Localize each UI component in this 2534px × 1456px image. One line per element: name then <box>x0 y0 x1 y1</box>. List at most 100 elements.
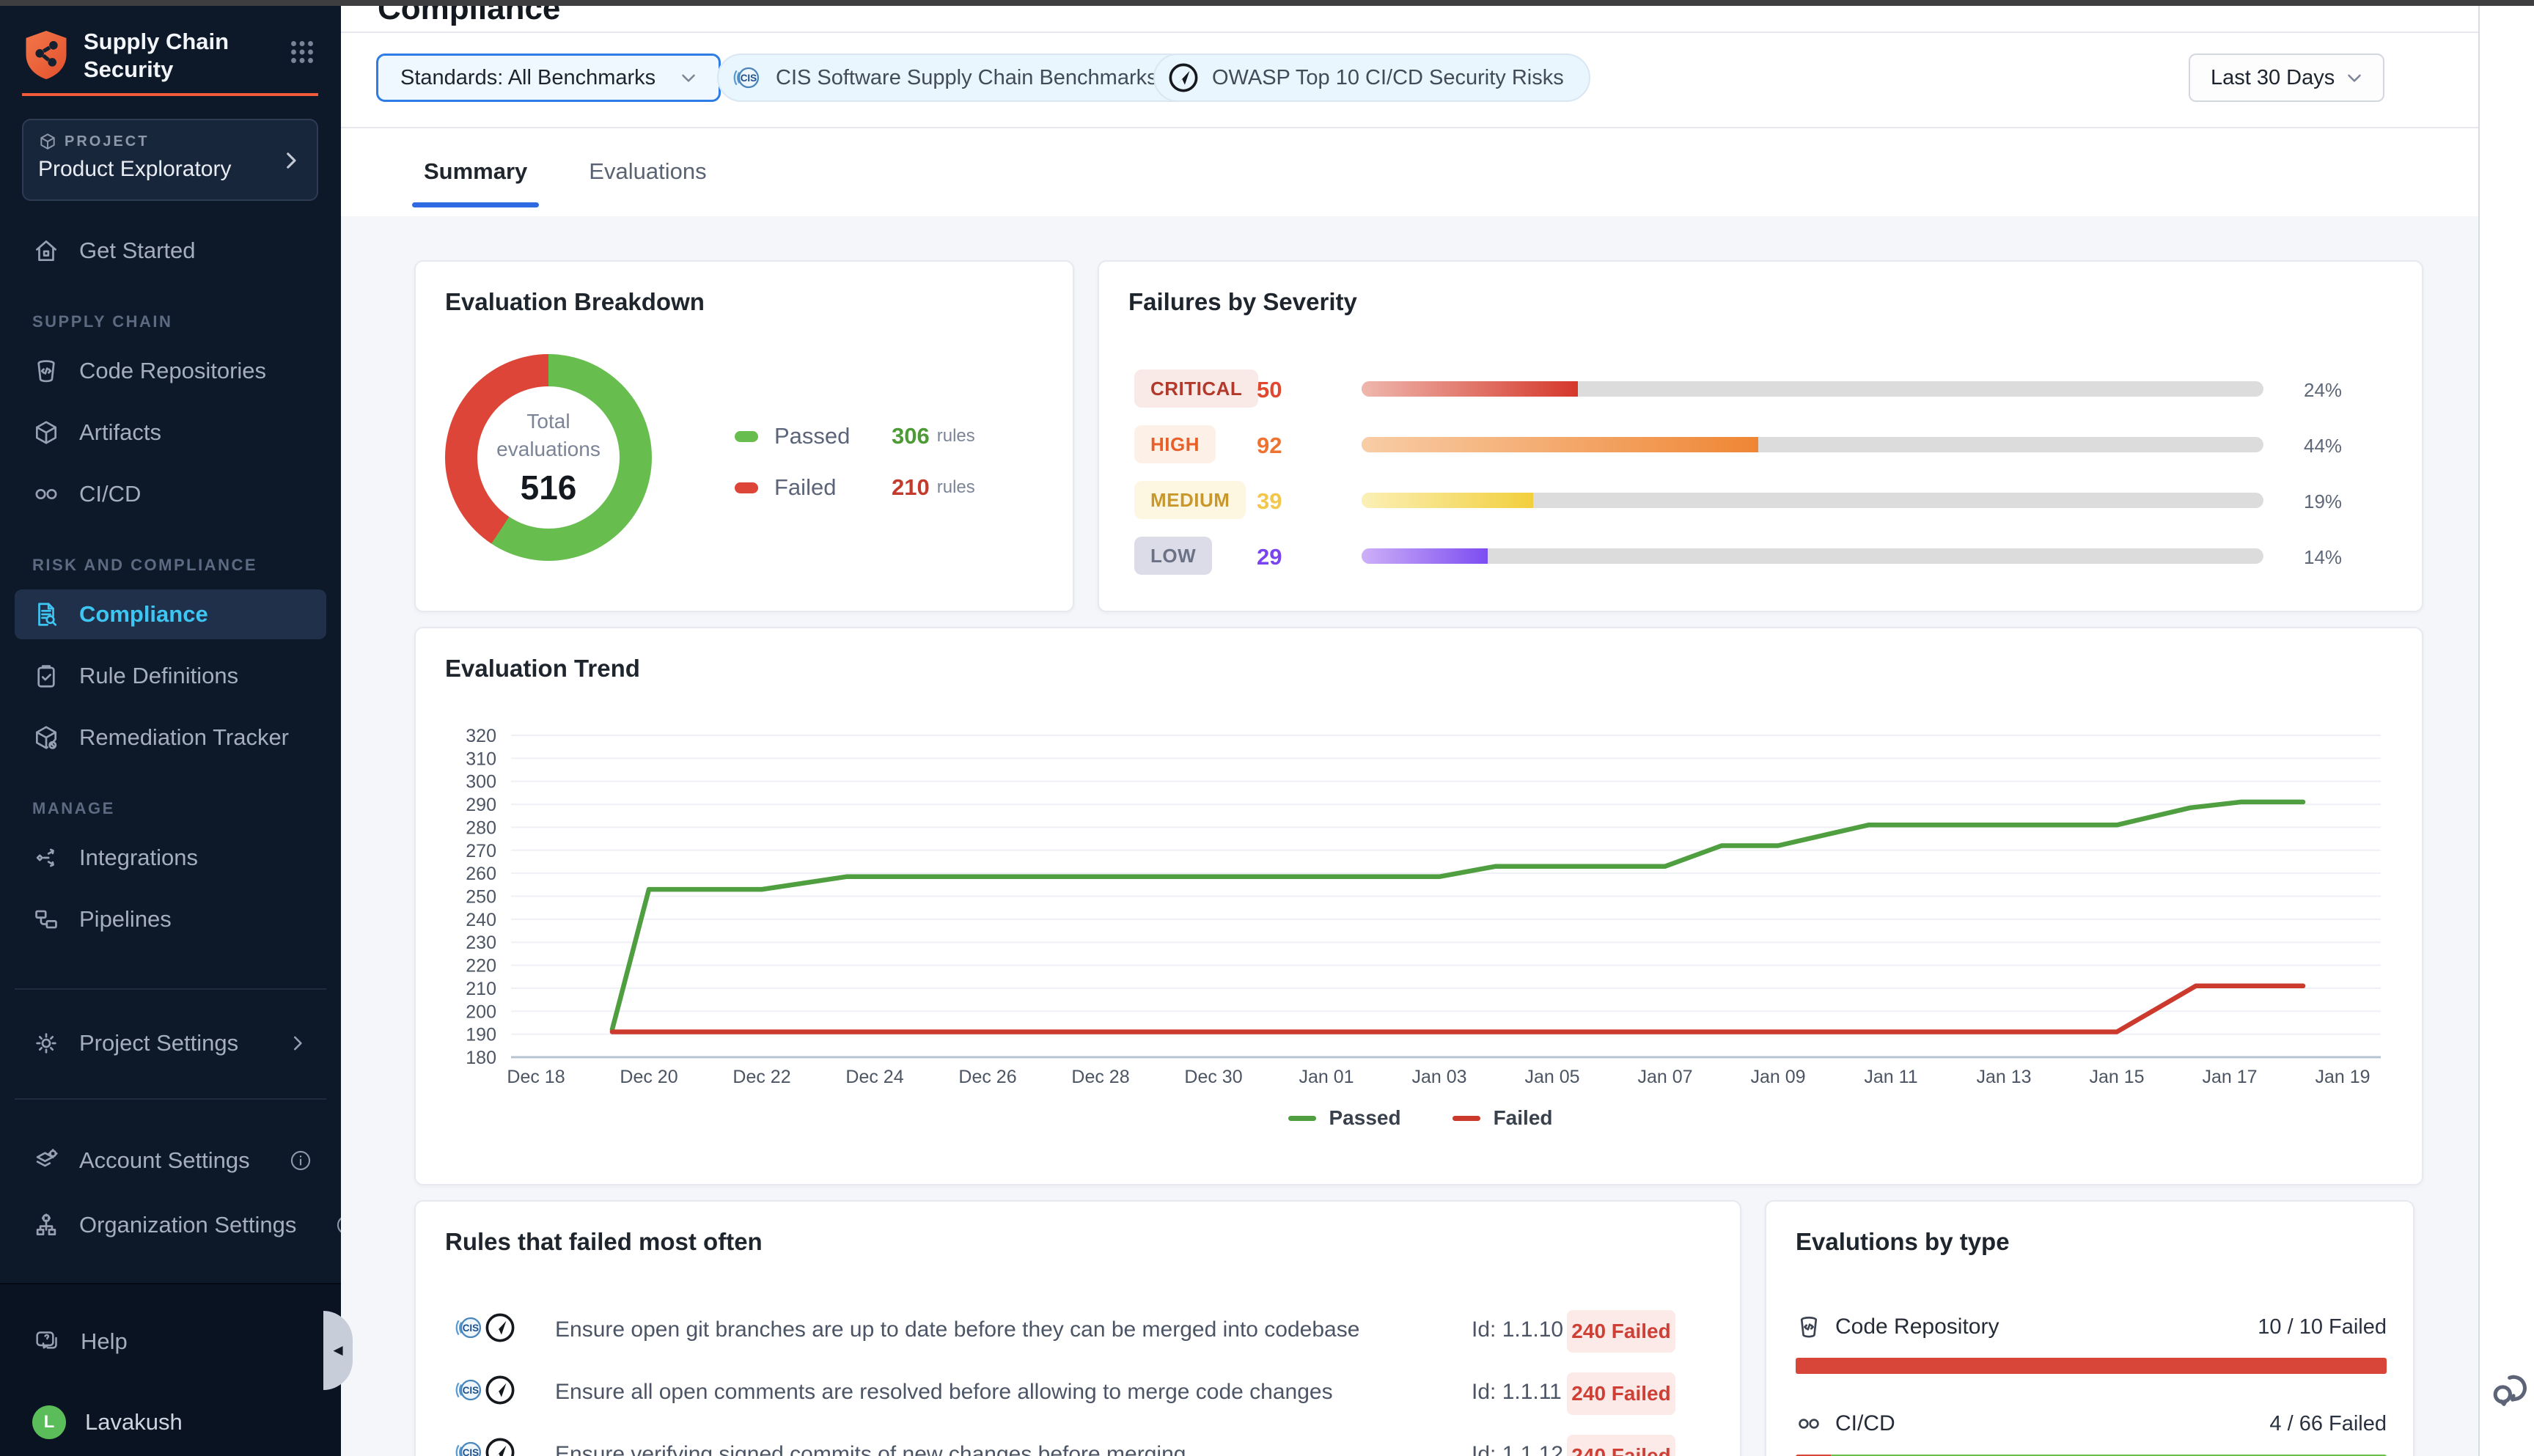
type-status: 10 / 10 Failed <box>2258 1315 2387 1339</box>
chart-legend: Passed Failed <box>416 1106 2425 1130</box>
box-icon <box>38 132 57 151</box>
severity-percent: 24% <box>2304 379 2342 402</box>
app-title-line2: Security <box>84 56 285 84</box>
benchmark-chip-cis[interactable]: CISCIS Software Supply Chain Benchmarks … <box>717 54 1219 102</box>
rule-id: Id: 1.1.11 <box>1472 1380 1562 1405</box>
clipboard-icon <box>32 662 60 690</box>
card-title: Evalutions by type <box>1796 1228 2010 1256</box>
severity-percent: 44% <box>2304 435 2342 457</box>
legend-value: 306 <box>892 423 930 449</box>
divider <box>341 32 2478 33</box>
info-icon[interactable] <box>334 1213 341 1238</box>
failed-rule-row[interactable]: CIS Ensure verifying signed commits of n… <box>416 1431 1743 1456</box>
cis-logo-icon: CIS <box>452 1311 486 1345</box>
benchmark-chip-owasp[interactable]: OWASP Top 10 CI/CD Security Risks <box>1153 54 1590 102</box>
chart-legend-failed: Failed <box>1453 1106 1553 1130</box>
failed-rule-row[interactable]: CIS Ensure open git branches are up to d… <box>416 1306 1743 1358</box>
avatar: L <box>32 1405 66 1439</box>
sidebar-item-ci-cd[interactable]: CI/CD <box>15 469 326 519</box>
card-title: Evaluation Trend <box>445 655 640 683</box>
legend-swatch <box>1453 1116 1480 1121</box>
svg-text:270: 270 <box>466 841 496 861</box>
type-status: 4 / 66 Failed <box>2269 1412 2387 1436</box>
owasp-logo-icon <box>483 1373 517 1407</box>
tab-bar: Summary Evaluations <box>412 127 719 216</box>
scrollbar-track[interactable] <box>2478 6 2534 1456</box>
breakdown-legend-failed: Failed 210 rules <box>735 474 1050 501</box>
tab-summary[interactable]: Summary <box>412 127 539 216</box>
severity-badge: HIGH <box>1134 425 1216 463</box>
svg-text:190: 190 <box>466 1025 496 1045</box>
project-selector[interactable]: PROJECT Product Exploratory <box>22 119 318 201</box>
tab-evaluations[interactable]: Evaluations <box>577 127 718 216</box>
chevron-right-icon <box>279 148 304 173</box>
severity-percent: 14% <box>2304 546 2342 569</box>
svg-text:Jan 01: Jan 01 <box>1299 1067 1354 1087</box>
evaluation-type-row-code-repository: Code Repository 10 / 10 Failed <box>1796 1306 2387 1374</box>
severity-bar <box>1362 493 2263 508</box>
gear-icon <box>32 1029 60 1057</box>
card-title: Rules that failed most often <box>445 1228 763 1256</box>
rule-text: Ensure open git branches are up to date … <box>555 1317 1359 1342</box>
severity-badge: MEDIUM <box>1134 481 1246 519</box>
sidebar-footer: Help L Lavakush <box>0 1283 341 1456</box>
app-grid-icon[interactable] <box>285 35 319 69</box>
severity-badge: CRITICAL <box>1134 369 1258 408</box>
help-chat-icon <box>32 1327 62 1356</box>
sidebar-item-get-started[interactable]: Get Started <box>15 226 326 276</box>
svg-text:CIS: CIS <box>463 1447 479 1456</box>
page-title: Compliance <box>378 6 560 28</box>
severity-row-low: LOW 29 14% <box>1099 535 2425 579</box>
main-area: Compliance Standards: All Benchmarks CIS… <box>341 6 2478 1456</box>
chevron-down-icon <box>2343 67 2365 89</box>
sidebar-item-label: Project Settings <box>79 1030 238 1056</box>
severity-bar <box>1362 381 2263 397</box>
svg-text:Jan 09: Jan 09 <box>1750 1067 1805 1087</box>
sidebar-item-rule-definitions[interactable]: Rule Definitions <box>15 651 326 701</box>
sidebar-item-account-settings[interactable]: Account Settings <box>15 1136 326 1185</box>
svg-text:220: 220 <box>466 956 496 977</box>
svg-text:CIS: CIS <box>463 1323 479 1334</box>
infinity-icon <box>1796 1411 1822 1437</box>
cube-icon <box>38 132 57 151</box>
sidebar-section-risk-and-compliance: RISK AND COMPLIANCE <box>32 548 309 582</box>
user-menu[interactable]: L Lavakush <box>15 1397 326 1447</box>
compliance-icon <box>32 600 60 628</box>
sidebar-item-label: Rule Definitions <box>79 663 238 689</box>
legend-label: Passed <box>774 423 892 449</box>
sidebar-item-label: Help <box>81 1328 128 1355</box>
sidebar-item-integrations[interactable]: Integrations <box>15 833 326 883</box>
date-range-value: Last 30 Days <box>2211 66 2335 90</box>
svg-text:230: 230 <box>466 933 496 953</box>
standards-filter-select[interactable]: Standards: All Benchmarks <box>376 54 721 102</box>
svg-text:Jan 13: Jan 13 <box>1976 1067 2031 1087</box>
rule-failed-badge: 240 Failed <box>1567 1372 1675 1415</box>
sidebar-item-pipelines[interactable]: Pipelines <box>15 894 326 944</box>
svg-text:Jan 03: Jan 03 <box>1411 1067 1466 1087</box>
sidebar-item-project-settings[interactable]: Project Settings <box>15 1018 326 1068</box>
rule-benchmark-icons: CIS <box>452 1435 517 1456</box>
window-top-strip <box>0 0 2534 6</box>
pipelines-icon <box>32 905 60 933</box>
evaluation-breakdown-card: Evaluation Breakdown Totalevaluations 51… <box>414 260 1074 612</box>
info-icon[interactable] <box>288 1148 313 1173</box>
sidebar-item-compliance[interactable]: Compliance <box>15 589 326 639</box>
severity-count: 92 <box>1257 433 1282 459</box>
failed-rule-row[interactable]: CIS Ensure all open comments are resolve… <box>416 1369 1743 1420</box>
sidebar-item-organization-settings[interactable]: Organization Settings <box>15 1200 326 1250</box>
rule-benchmark-icons: CIS <box>452 1311 517 1345</box>
failures-by-severity-card: Failures by Severity CRITICAL 50 24% HIG… <box>1098 260 2423 612</box>
svg-text:Jan 15: Jan 15 <box>2089 1067 2144 1087</box>
sidebar-item-remediation-tracker[interactable]: Remediation Tracker <box>15 713 326 762</box>
rule-failed-badge: 240 Failed <box>1567 1310 1675 1353</box>
sidebar-item-help[interactable]: Help <box>15 1317 326 1367</box>
svg-text:290: 290 <box>466 795 496 815</box>
org-hierarchy-gear-icon <box>32 1211 60 1239</box>
chart-legend-passed: Passed <box>1288 1106 1401 1130</box>
chat-launcher-icon[interactable] <box>2487 1365 2534 1412</box>
sidebar-item-code-repositories[interactable]: Code Repositories <box>15 346 326 396</box>
rule-text: Ensure all open comments are resolved be… <box>555 1380 1333 1405</box>
sidebar-item-artifacts[interactable]: Artifacts <box>15 408 326 457</box>
date-range-select[interactable]: Last 30 Days <box>2189 54 2384 102</box>
failed-rules-card: Rules that failed most often CIS Ensure … <box>414 1200 1741 1456</box>
